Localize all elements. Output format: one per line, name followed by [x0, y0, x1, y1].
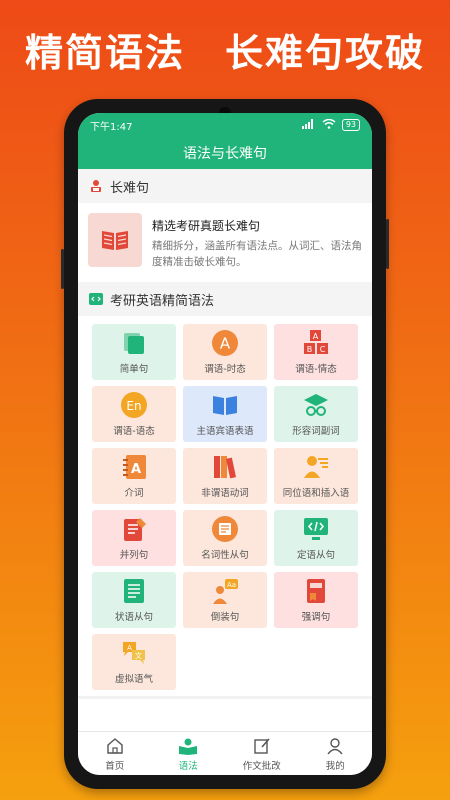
phone-frame: 下午1:47 93 语法与长难句 长难句 精选考研真题长难句 精细拆分，涵盖所有…: [61, 99, 389, 789]
tab-label: 我的: [325, 760, 345, 772]
tile-label: 同位语和插入语: [282, 488, 350, 499]
status-bar: 下午1:47 93: [78, 113, 372, 137]
tile-label: 名词性从句: [201, 550, 249, 561]
tile-inverted-sentence[interactable]: Aa 倒装句: [183, 572, 267, 628]
svg-text:A: A: [313, 332, 319, 341]
tab-label: 语法: [178, 760, 198, 772]
tile-adjective-adverb[interactable]: 形容词副词: [274, 386, 358, 442]
reader-person-icon: [88, 178, 104, 194]
tab-grammar[interactable]: 语法: [152, 732, 226, 775]
power-button: [386, 219, 389, 269]
svg-text:B: B: [307, 345, 313, 354]
speaker-aa-icon: Aa: [211, 577, 239, 605]
book-icon: [88, 213, 142, 267]
tile-adverbial-clause[interactable]: 状语从句: [92, 572, 176, 628]
signal-icon: [301, 118, 316, 132]
graduation-cap-icon: [302, 391, 330, 419]
tile-non-finite-verbs[interactable]: 非谓语动词: [183, 448, 267, 504]
tile-predicate-modal[interactable]: ABC 谓语-情态: [274, 324, 358, 380]
books-shelf-icon: [211, 453, 239, 481]
tile-label: 简单句: [119, 364, 149, 375]
section-title-grammar: 考研英语精简语法: [110, 293, 215, 309]
tile-label: 非谓语动词: [201, 488, 249, 499]
section-title-long: 长难句: [110, 180, 150, 196]
tile-label: 形容词副词: [292, 426, 340, 437]
svg-text:C: C: [320, 345, 326, 354]
reader-icon: [178, 736, 198, 756]
svg-text:En: En: [126, 399, 141, 413]
promo-left-text: 精简语法: [24, 31, 185, 75]
tile-label: 谓语-情态: [295, 364, 337, 375]
tile-noun-clause[interactable]: 名词性从句: [183, 510, 267, 566]
open-book-icon: [211, 391, 239, 419]
tile-attributive-clause[interactable]: 定语从句: [274, 510, 358, 566]
tile-label: 介词: [124, 488, 144, 499]
tile-predicate-tense[interactable]: A 谓语-时态: [183, 324, 267, 380]
tab-mine[interactable]: 我的: [299, 732, 373, 775]
promo-banner: 精简语法 长难句攻破: [0, 22, 450, 77]
svg-text:A: A: [131, 462, 141, 477]
promo-right-text: 长难句攻破: [225, 31, 426, 75]
svg-text:A: A: [220, 335, 231, 353]
svg-text:Aa: Aa: [227, 581, 236, 589]
section-header-grammar: 考研英语精简语法: [78, 282, 372, 316]
tile-label: 谓语-语态: [113, 426, 155, 437]
tile-compound-sentence[interactable]: 并列句: [92, 510, 176, 566]
user-icon: [325, 736, 345, 756]
volume-button: [61, 249, 64, 289]
tile-preposition[interactable]: A 介词: [92, 448, 176, 504]
abc-blocks-icon: ABC: [302, 329, 330, 357]
tile-label: 并列句: [119, 550, 149, 561]
pen-document-icon: [120, 515, 148, 543]
tile-emphatic-sentence[interactable]: 强调句: [274, 572, 358, 628]
tile-label: 谓语-时态: [204, 364, 246, 375]
letter-a-icon: A: [211, 329, 239, 357]
svg-text:文: 文: [135, 651, 142, 660]
list-document-icon: [120, 577, 148, 605]
battery-icon: 93: [341, 119, 360, 131]
english-book-icon: [302, 577, 330, 605]
svg-text:A: A: [127, 644, 132, 652]
tile-label: 主语宾语表语: [196, 426, 254, 437]
letter-en-icon: En: [120, 391, 148, 419]
tile-predicate-voice[interactable]: En 谓语-语态: [92, 386, 176, 442]
tile-label: 倒装句: [210, 612, 240, 623]
tile-appositive-parenthesis[interactable]: 同位语和插入语: [274, 448, 358, 504]
section-header-long-sentences: 长难句: [78, 169, 372, 203]
tile-label: 状语从句: [114, 612, 153, 623]
tile-label: 虚拟语气: [114, 674, 153, 685]
edit-icon: [252, 736, 272, 756]
featured-description: 精细拆分，涵盖所有语法点。从词汇、语法角度精准击破长难句。: [152, 240, 362, 268]
translation-icon: A文: [120, 639, 148, 667]
phone-screen: 下午1:47 93 语法与长难句 长难句 精选考研真题长难句 精细拆分，涵盖所有…: [78, 113, 372, 775]
newspaper-icon: [211, 515, 239, 543]
tile-label: 强调句: [301, 612, 331, 623]
wifi-icon: [322, 118, 336, 132]
grammar-grid: 简单句 A 谓语-时态 ABC 谓语-情态 En 谓语-语态 主语宾语表语 形容…: [78, 316, 372, 696]
tab-home[interactable]: 首页: [78, 732, 152, 775]
content-area: 长难句 精选考研真题长难句 精细拆分，涵盖所有语法点。从词汇、语法角度精准击破长…: [78, 169, 372, 699]
tile-subject-object-predicative[interactable]: 主语宾语表语: [183, 386, 267, 442]
bottom-tab-bar: 首页 语法 作文批改 我的: [78, 731, 372, 775]
code-icon: [88, 291, 104, 307]
page-title: 语法与长难句: [78, 137, 372, 169]
person-writing-icon: [302, 453, 330, 481]
tab-essay-correction[interactable]: 作文批改: [225, 732, 299, 775]
status-time: 下午1:47: [90, 121, 133, 133]
tab-label: 作文批改: [242, 760, 281, 772]
tab-label: 首页: [105, 760, 125, 772]
code-monitor-icon: [302, 515, 330, 543]
home-icon: [105, 736, 125, 756]
featured-long-sentence-card[interactable]: 精选考研真题长难句 精细拆分，涵盖所有语法点。从词汇、语法角度精准击破长难句。: [78, 203, 372, 282]
stacked-pages-icon: [120, 329, 148, 357]
tile-label: 定语从句: [296, 550, 335, 561]
featured-title: 精选考研真题长难句: [152, 219, 261, 233]
tile-subjunctive-mood[interactable]: A文 虚拟语气: [92, 634, 176, 690]
tile-simple-sentence[interactable]: 简单句: [92, 324, 176, 380]
letter-a-notebook-icon: A: [120, 453, 148, 481]
